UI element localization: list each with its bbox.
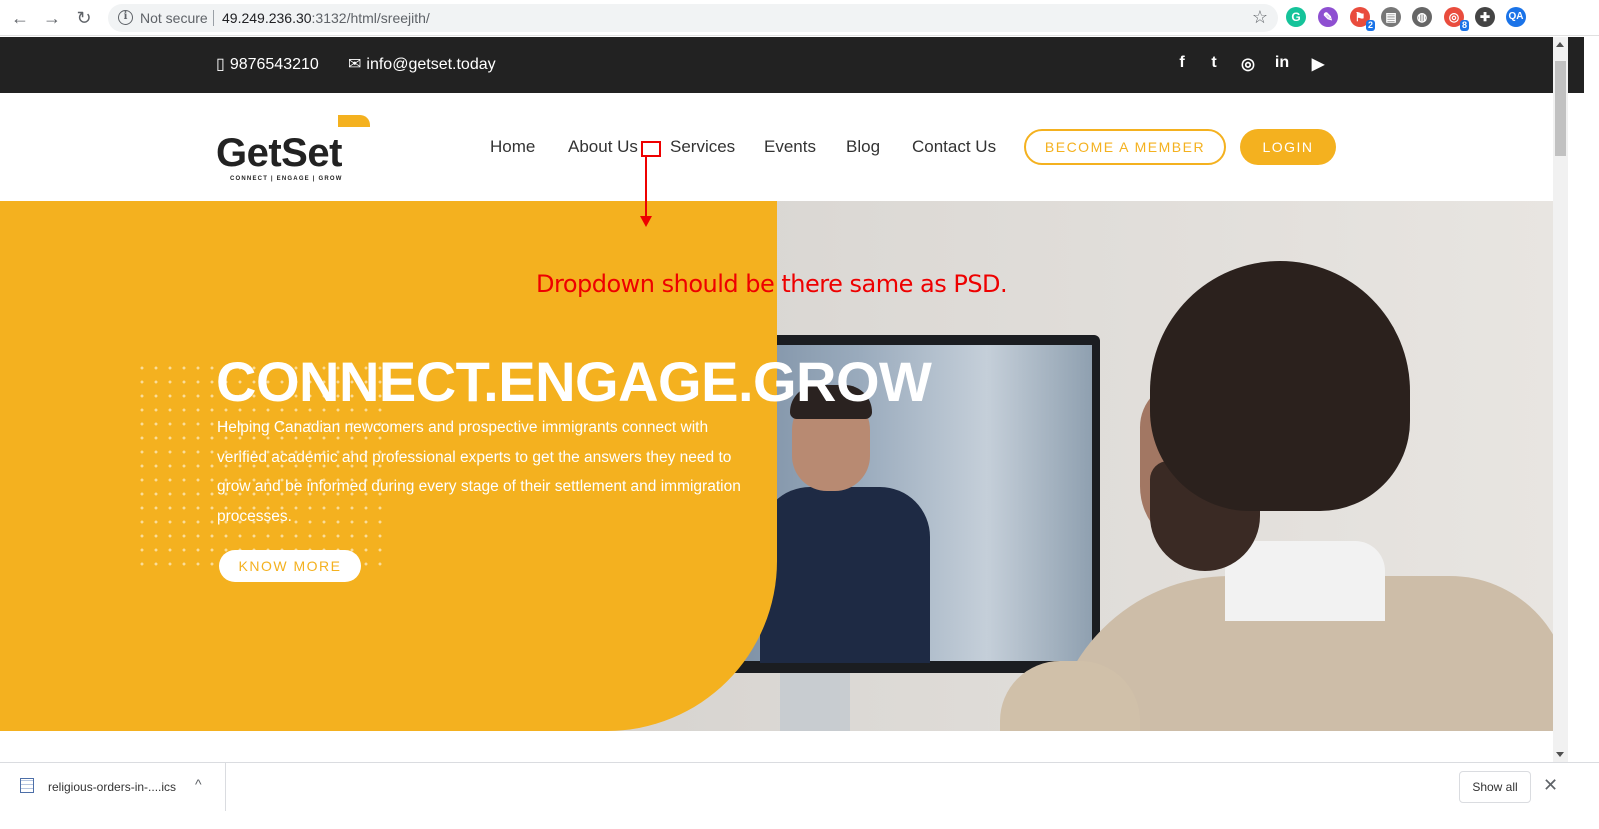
site-header: GetSet CONNECT | ENGAGE | GROW Home Abou… [0,93,1584,201]
know-more-button[interactable]: KNOW MORE [219,550,361,582]
extension-glyph: ⚑ [1354,10,1366,24]
bookmark-star-icon[interactable]: ☆ [1252,7,1268,28]
download-file-name: religious-orders-in-....ics [48,780,177,794]
hero-title: CONNECT.ENGAGE.GROW [216,350,932,413]
qa-extension-icon[interactable]: QA [1506,7,1526,27]
forward-icon[interactable]: → [40,6,64,30]
reload-icon[interactable]: ↻ [72,6,96,30]
chevron-up-icon[interactable]: ^ [195,776,202,792]
login-button[interactable]: LOGIN [1240,129,1336,165]
contact-topbar: ▯ 9876543210 ✉ info@getset.today f t ◎ in … [0,37,1584,93]
annotation-text: Dropdown should be there same as PSD. [536,270,1008,298]
close-icon[interactable]: ✕ [1543,775,1558,796]
video-call-person [760,385,950,663]
email-contact[interactable]: ✉ info@getset.today [348,54,496,74]
url-path: :3132/html/sreejith/ [311,10,430,26]
twitter-icon[interactable]: t [1204,54,1224,72]
address-bar[interactable]: i Not secure 49.249.236.30:3132/html/sre… [108,4,1278,32]
instagram-icon[interactable]: ◎ [1238,54,1258,74]
nav-contact-us[interactable]: Contact Us [912,137,996,157]
extension-glyph: ✎ [1322,10,1334,24]
facebook-icon[interactable]: f [1172,54,1192,72]
email-address: info@getset.today [366,56,496,73]
getset-logo[interactable]: GetSet CONNECT | ENGAGE | GROW [216,115,376,185]
extension-badge: 8 [1459,20,1469,31]
nav-about-us[interactable]: About Us [568,137,638,157]
download-shelf: religious-orders-in-....ics ^ Show all ✕ [0,762,1599,829]
phone-number: 9876543210 [229,56,319,73]
scroll-down-icon[interactable] [1556,752,1564,757]
extension-glyph: QA [1508,11,1524,22]
extension-glyph: ◎ [1448,10,1460,24]
extension-glyph: ✚ [1479,10,1491,24]
show-all-button[interactable]: Show all [1459,771,1531,803]
youtube-icon[interactable]: ▶ [1308,54,1328,74]
grammarly-icon[interactable]: G [1286,7,1306,27]
extension-badge: 2 [1365,20,1375,31]
info-icon[interactable]: i [118,10,133,25]
omnibox-divider [213,10,214,26]
man-at-desk [1000,241,1553,731]
hero-description: Helping Canadian newcomers and prospecti… [217,419,741,525]
envelope-icon: ✉ [348,56,362,73]
page-scrollbar[interactable] [1553,37,1568,762]
url-text[interactable]: 49.249.236.30:3132/html/sreejith/ [222,10,430,26]
become-member-button[interactable]: BECOME A MEMBER [1024,129,1226,165]
red-extension-icon[interactable]: ⚑ 2 [1350,7,1375,31]
monitor-stand [780,673,850,731]
nav-home[interactable]: Home [490,137,535,157]
back-icon[interactable]: ← [8,6,32,30]
phone-contact[interactable]: ▯ 9876543210 [216,54,319,74]
person-body [760,487,930,663]
document-extension-icon[interactable]: ▤ [1381,7,1401,27]
logo-wordmark: GetSet [216,131,342,175]
extension-glyph: ◍ [1416,10,1428,24]
logo-tagline: CONNECT | ENGAGE | GROW [230,176,343,182]
scroll-thumb[interactable] [1555,61,1566,156]
download-item[interactable]: religious-orders-in-....ics ^ [0,763,226,811]
logo-flag-shape [338,115,370,127]
globe-extension-icon[interactable]: ◍ [1412,7,1432,27]
feather-extension-icon[interactable]: ✎ [1318,7,1338,27]
nav-blog[interactable]: Blog [846,137,880,157]
man-collar [1225,541,1385,621]
extension-glyph: ▤ [1385,10,1397,24]
extension-glyph: G [1291,10,1301,24]
puzzle-extensions-icon[interactable]: ✚ [1475,7,1495,27]
calendar-file-icon [20,778,34,793]
browser-toolbar: ← → ↻ i Not secure 49.249.236.30:3132/ht… [0,0,1599,36]
fingerprint-extension-icon[interactable]: ◎ 8 [1444,7,1469,31]
scroll-up-icon[interactable] [1556,42,1564,47]
annotation-arrow-line [645,157,647,217]
linkedin-icon[interactable]: in [1272,54,1292,72]
nav-events[interactable]: Events [764,137,816,157]
phone-icon: ▯ [216,56,225,73]
nav-services[interactable]: Services [670,137,735,157]
annotation-arrow-head [640,216,652,227]
man-hair [1150,261,1410,511]
url-host: 49.249.236.30 [222,10,312,26]
annotation-box [641,141,661,157]
security-label[interactable]: Not secure [140,10,208,26]
